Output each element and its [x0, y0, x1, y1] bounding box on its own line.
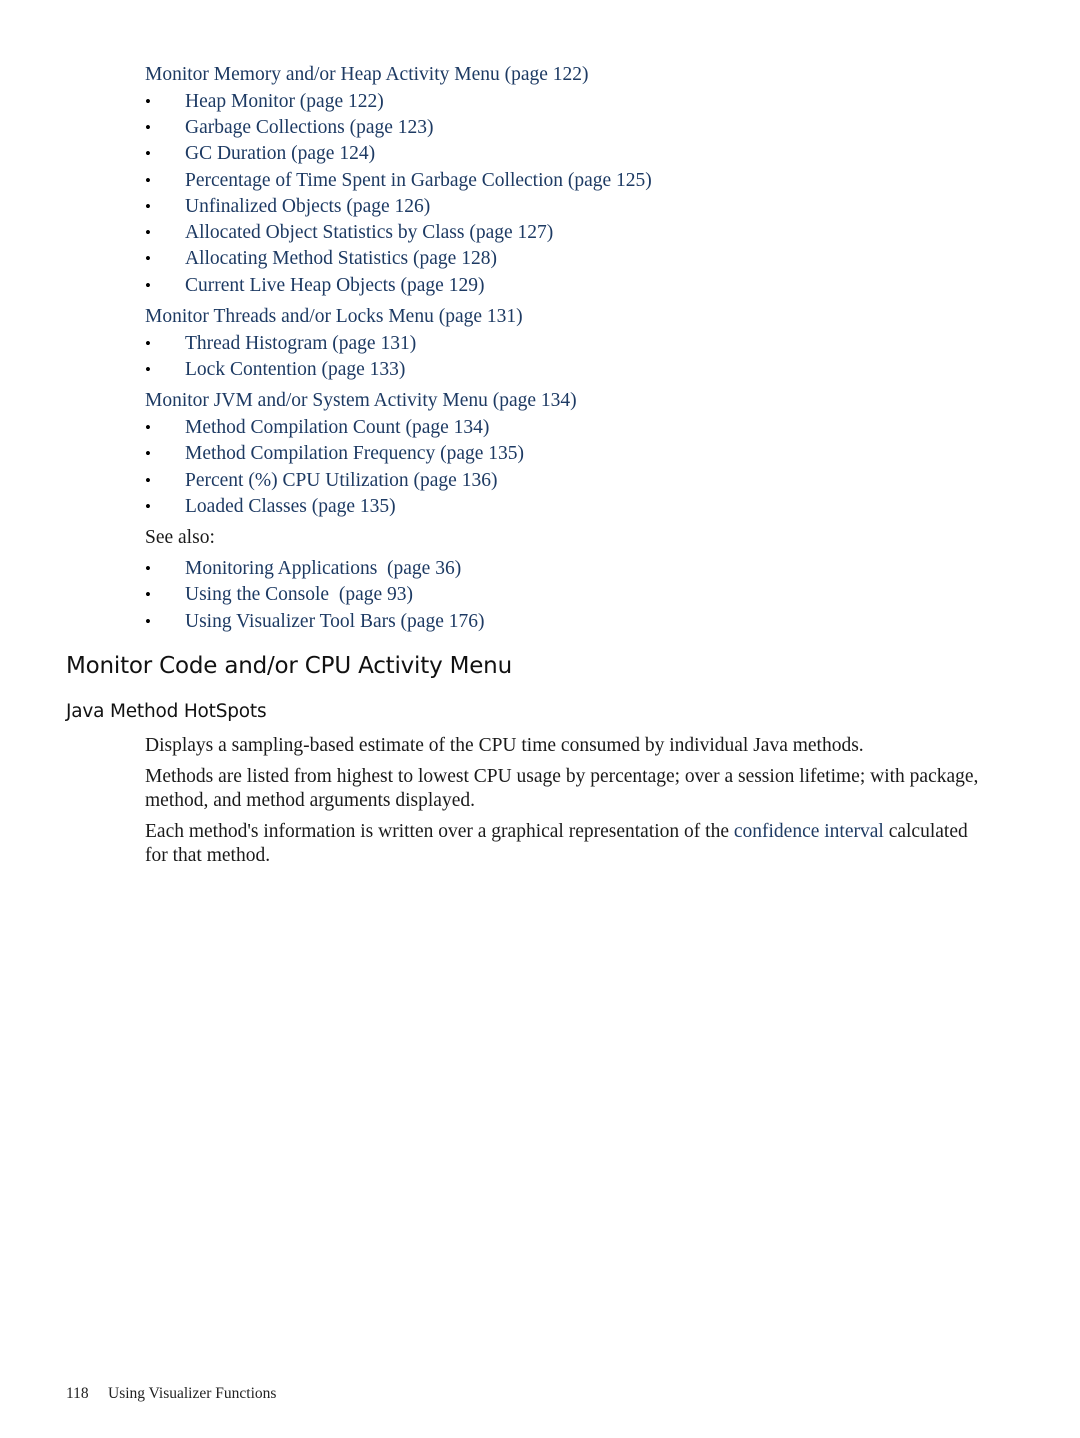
- bullet-icon: •: [145, 444, 151, 463]
- link-current-live-heap-objects[interactable]: Current Live Heap Objects (page 129): [185, 274, 484, 298]
- link-heap-monitor[interactable]: Heap Monitor (page 122): [185, 90, 384, 114]
- link-monitor-jvm-system-menu[interactable]: Monitor JVM and/or System Activity Menu …: [145, 389, 577, 413]
- page-number: 118: [66, 1385, 89, 1402]
- link-cpu-utilization[interactable]: Percent (%) CPU Utilization (page 136): [185, 469, 497, 493]
- subsection-heading: Java Method HotSpots: [66, 701, 267, 722]
- bullet-icon: •: [145, 497, 151, 516]
- link-monitor-memory-heap-menu[interactable]: Monitor Memory and/or Heap Activity Menu…: [145, 63, 589, 87]
- bullet-icon: •: [145, 197, 151, 216]
- link-monitoring-applications[interactable]: Monitoring Applications (page 36): [185, 557, 461, 581]
- link-using-the-console[interactable]: Using the Console (page 93): [185, 583, 413, 607]
- bullet-icon: •: [145, 92, 151, 111]
- bullet-icon: •: [145, 471, 151, 490]
- link-using-visualizer-tool-bars[interactable]: Using Visualizer Tool Bars (page 176): [185, 610, 484, 634]
- paragraph-methods-listing: Methods are listed from highest to lowes…: [145, 766, 979, 811]
- paragraph-confidence-interval: Each method's information is written ove…: [145, 820, 990, 867]
- link-gc-duration[interactable]: GC Duration (page 124): [185, 142, 375, 166]
- see-also-label: See also:: [145, 527, 215, 548]
- paragraph-description: Displays a sampling-based estimate of th…: [145, 735, 864, 756]
- link-unfinalized-objects[interactable]: Unfinalized Objects (page 126): [185, 195, 430, 219]
- link-lock-contention[interactable]: Lock Contention (page 133): [185, 358, 405, 382]
- bullet-icon: •: [145, 360, 151, 379]
- bullet-icon: •: [145, 585, 151, 604]
- bullet-icon: •: [145, 276, 151, 295]
- bullet-icon: •: [145, 334, 151, 353]
- link-method-compilation-count[interactable]: Method Compilation Count (page 134): [185, 416, 489, 440]
- bullet-icon: •: [145, 118, 151, 137]
- link-method-compilation-frequency[interactable]: Method Compilation Frequency (page 135): [185, 442, 524, 466]
- bullet-icon: •: [145, 612, 151, 631]
- link-monitor-threads-locks-menu[interactable]: Monitor Threads and/or Locks Menu (page …: [145, 305, 523, 329]
- link-thread-histogram[interactable]: Thread Histogram (page 131): [185, 332, 416, 356]
- bullet-icon: •: [145, 249, 151, 268]
- paragraph-text: Each method's information is written ove…: [145, 821, 734, 842]
- link-confidence-interval[interactable]: confidence interval: [734, 821, 884, 842]
- page-footer: 118 Using Visualizer Functions: [66, 1385, 276, 1403]
- link-loaded-classes[interactable]: Loaded Classes (page 135): [185, 495, 396, 519]
- link-percentage-time-gc[interactable]: Percentage of Time Spent in Garbage Coll…: [185, 169, 652, 193]
- bullet-icon: •: [145, 418, 151, 437]
- link-allocating-method-statistics[interactable]: Allocating Method Statistics (page 128): [185, 247, 497, 271]
- bullet-icon: •: [145, 223, 151, 242]
- bullet-icon: •: [145, 559, 151, 578]
- bullet-icon: •: [145, 144, 151, 163]
- link-garbage-collections[interactable]: Garbage Collections (page 123): [185, 116, 434, 140]
- chapter-title: Using Visualizer Functions: [108, 1385, 277, 1402]
- bullet-icon: •: [145, 171, 151, 190]
- link-allocated-object-statistics[interactable]: Allocated Object Statistics by Class (pa…: [185, 221, 553, 245]
- section-heading: Monitor Code and/or CPU Activity Menu: [66, 653, 512, 679]
